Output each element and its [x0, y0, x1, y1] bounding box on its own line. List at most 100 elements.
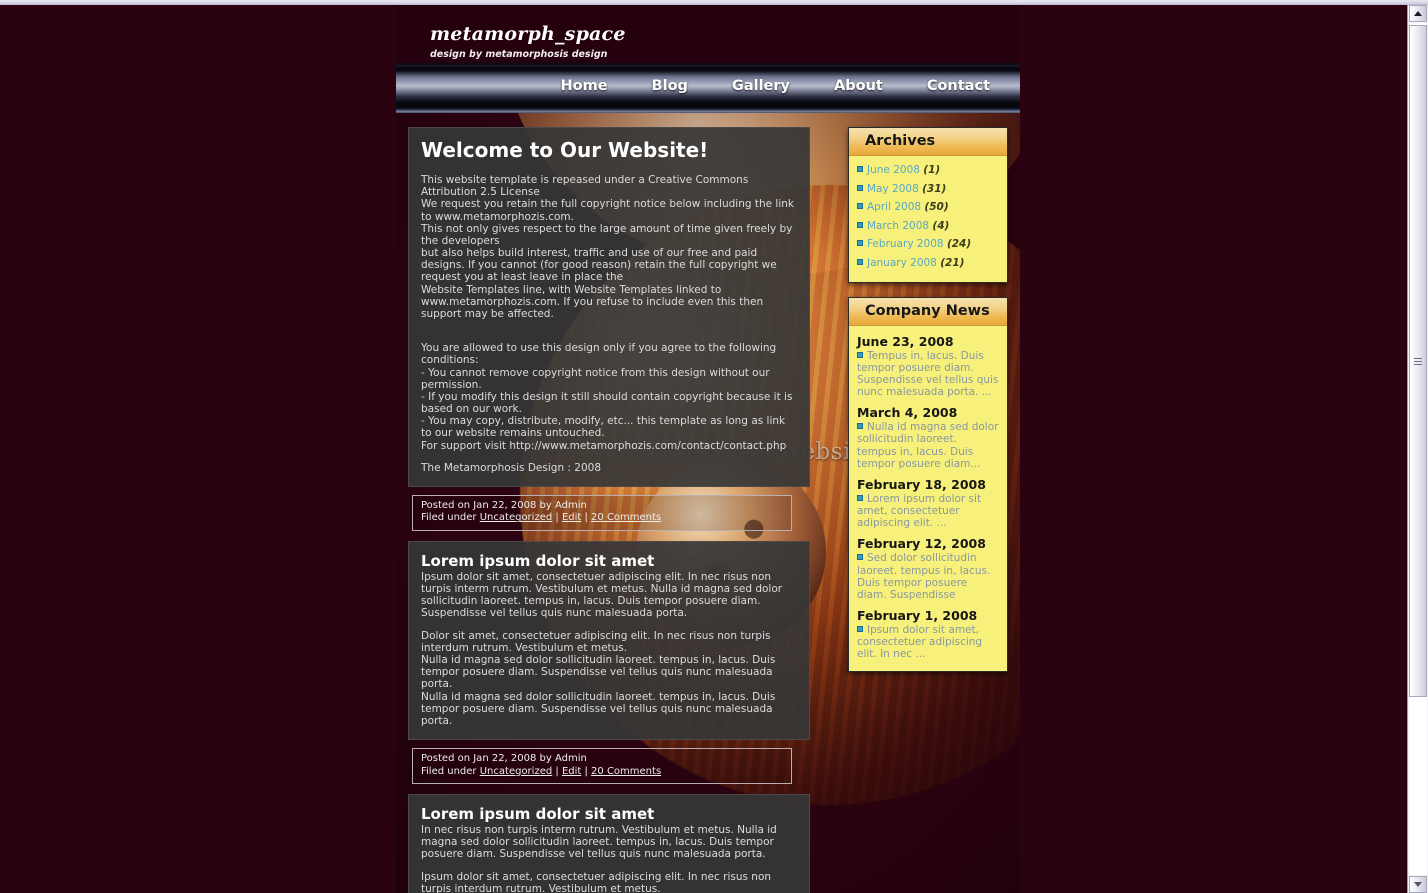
- news-text: Lorem ipsum dolor sit amet, consectetuer…: [857, 493, 999, 530]
- news-link[interactable]: Tempus in, lacus. Duis tempor posuere di…: [857, 350, 998, 399]
- bullet-square-icon: [857, 166, 863, 172]
- sidebar: Archives June 2008 (1) May 2008 (31) Apr…: [848, 127, 1008, 686]
- archive-count: (24): [946, 238, 972, 251]
- scroll-down-button[interactable]: [1409, 876, 1427, 893]
- news-text: Tempus in, lacus. Duis tempor posuere di…: [857, 350, 999, 399]
- list-item: January 2008 (21): [857, 257, 999, 270]
- archive-link[interactable]: May 2008: [867, 183, 919, 195]
- post-comments-link[interactable]: 20 Comments: [591, 512, 661, 523]
- archive-count: (50): [924, 201, 949, 214]
- news-date: February 18, 2008: [857, 476, 986, 492]
- post-paragraph: This website template is repeased under …: [421, 174, 795, 320]
- meta-separator: |: [552, 512, 562, 524]
- post-title: Lorem ipsum dolor sit amet: [421, 805, 655, 824]
- post-meta-filed: Filed under Uncategorized | Edit | 20 Co…: [421, 512, 783, 525]
- nav-item-contact[interactable]: Contact: [905, 78, 1012, 94]
- widget-title: Archives: [865, 133, 936, 149]
- bullet-square-icon: [857, 184, 863, 191]
- post-title: Welcome to Our Website!: [421, 138, 709, 162]
- news-item: February 1, 2008 Ipsum dolor sit amet, c…: [857, 608, 999, 661]
- post-paragraph: Dolor sit amet, consectetuer adipiscing …: [421, 629, 776, 727]
- widget-title: Company News: [865, 302, 990, 319]
- news-item: June 23, 2008 Tempus in, lacus. Duis tem…: [857, 334, 999, 399]
- bullet-square-icon: [857, 203, 863, 210]
- widget-archives-body: June 2008 (1) May 2008 (31) April 2008 (…: [849, 156, 1007, 282]
- post-lorem-1: Lorem ipsum dolor sit amet Ipsum dolor s…: [408, 540, 810, 741]
- main-navigation: Home Blog Gallery About Contact: [396, 63, 1020, 113]
- post-meta-posted: Posted on Jan 22, 2008 by Admin: [421, 753, 587, 765]
- news-item: February 18, 2008 Lorem ipsum dolor sit …: [857, 477, 999, 530]
- nav-item-home[interactable]: Home: [539, 78, 630, 94]
- vertical-scrollbar[interactable]: [1407, 5, 1428, 893]
- bullet-square-icon: [857, 221, 863, 228]
- news-text: Sed dolor sollicitudin laoreet. tempus i…: [857, 552, 999, 601]
- scroll-up-button[interactable]: [1409, 5, 1427, 22]
- archive-count: (1): [923, 164, 941, 176]
- site-brand-subtitle: design by metamorphosis design: [430, 49, 608, 60]
- post-edit-link[interactable]: Edit: [562, 766, 581, 777]
- bullet-square-icon: [857, 494, 863, 501]
- archive-link[interactable]: March 2008: [867, 220, 929, 232]
- archive-link[interactable]: February 2008: [867, 238, 944, 250]
- post-meta-filed-prefix: Filed under: [421, 765, 480, 777]
- widget-company-news-body: June 23, 2008 Tempus in, lacus. Duis tem…: [849, 326, 1007, 671]
- bullet-square-icon: [857, 351, 863, 358]
- archive-count: (21): [940, 256, 965, 269]
- meta-separator: |: [552, 765, 562, 777]
- scrollbar-grip-icon: [1414, 356, 1422, 367]
- list-item: February 2008 (24): [857, 238, 999, 251]
- post-title: Lorem ipsum dolor sit amet: [421, 551, 655, 570]
- site-brand-title: metamorph_space: [430, 23, 626, 45]
- archive-link[interactable]: January 2008: [867, 257, 937, 269]
- archive-link[interactable]: April 2008: [867, 201, 921, 213]
- news-item: February 12, 2008 Sed dolor sollicitudin…: [857, 536, 999, 601]
- post-meta: Posted on Jan 22, 2008 by Admin Filed un…: [412, 494, 792, 531]
- post-category-link[interactable]: Uncategorized: [480, 512, 552, 523]
- news-link[interactable]: Sed dolor sollicitudin laoreet. tempus i…: [857, 552, 990, 601]
- post-meta-filed: Filed under Uncategorized | Edit | 20 Co…: [421, 766, 783, 779]
- nav-item-blog[interactable]: Blog: [630, 78, 710, 94]
- nav-bar: Home Blog Gallery About Contact: [396, 67, 1020, 105]
- news-date: February 1, 2008: [857, 608, 978, 624]
- nav-item-gallery[interactable]: Gallery: [710, 78, 812, 94]
- content-columns: Welcome to Our Website! This website tem…: [396, 113, 1020, 893]
- archive-count: (4): [932, 219, 950, 232]
- news-date: June 23, 2008: [857, 333, 954, 349]
- list-item: March 2008 (4): [857, 220, 999, 233]
- list-item: April 2008 (50): [857, 201, 999, 214]
- post-category-link[interactable]: Uncategorized: [480, 766, 552, 777]
- site-header: metamorph_space design by metamorphosis …: [396, 5, 1020, 63]
- news-link[interactable]: Lorem ipsum dolor sit amet, consectetuer…: [857, 493, 981, 529]
- nav-item-about[interactable]: About: [812, 78, 905, 94]
- archive-count: (31): [922, 182, 947, 195]
- post-edit-link[interactable]: Edit: [562, 512, 581, 523]
- widget-company-news-header: Company News: [849, 297, 1007, 326]
- news-link[interactable]: Ipsum dolor sit amet, consectetuer adipi…: [857, 624, 982, 660]
- bullet-square-icon: [857, 626, 863, 633]
- browser-viewport: www.thepcmanwebsite.com metamorph_space …: [0, 0, 1428, 893]
- news-text: Ipsum dolor sit amet, consectetuer adipi…: [857, 624, 999, 661]
- nav-bottom-edge: [396, 105, 1020, 113]
- bullet-square-icon: [857, 423, 863, 430]
- main-column: Welcome to Our Website! This website tem…: [408, 127, 810, 893]
- scrollbar-thumb[interactable]: [1409, 25, 1427, 697]
- news-date: February 12, 2008: [857, 536, 986, 552]
- post-meta-posted: Posted on Jan 22, 2008 by Admin: [421, 499, 587, 511]
- news-link[interactable]: Nulla id magna sed dolor sollicitudin la…: [857, 421, 998, 470]
- widget-archives-header: Archives: [849, 128, 1007, 156]
- post-meta-filed-prefix: Filed under: [421, 512, 480, 524]
- news-item: March 4, 2008 Nulla id magna sed dolor s…: [857, 405, 999, 470]
- archive-link[interactable]: June 2008: [867, 164, 920, 176]
- archives-list: June 2008 (1) May 2008 (31) April 2008 (…: [857, 164, 999, 270]
- post-paragraph: You are allowed to use this design only …: [421, 342, 793, 452]
- widget-archives: Archives June 2008 (1) May 2008 (31) Apr…: [848, 127, 1008, 283]
- website-page: www.thepcmanwebsite.com metamorph_space …: [396, 5, 1020, 893]
- post-paragraph: Ipsum dolor sit amet, consectetuer adipi…: [421, 570, 783, 620]
- post-lorem-2: Lorem ipsum dolor sit amet In nec risus …: [408, 794, 810, 893]
- post-paragraph: The Metamorphosis Design : 2008: [421, 461, 602, 474]
- meta-separator: |: [581, 512, 592, 524]
- widget-company-news: Company News June 23, 2008 Tempus in, la…: [848, 296, 1008, 672]
- post-comments-link[interactable]: 20 Comments: [591, 766, 661, 777]
- bullet-square-icon: [857, 240, 863, 247]
- scroll-down-arrow-icon: [1414, 882, 1422, 887]
